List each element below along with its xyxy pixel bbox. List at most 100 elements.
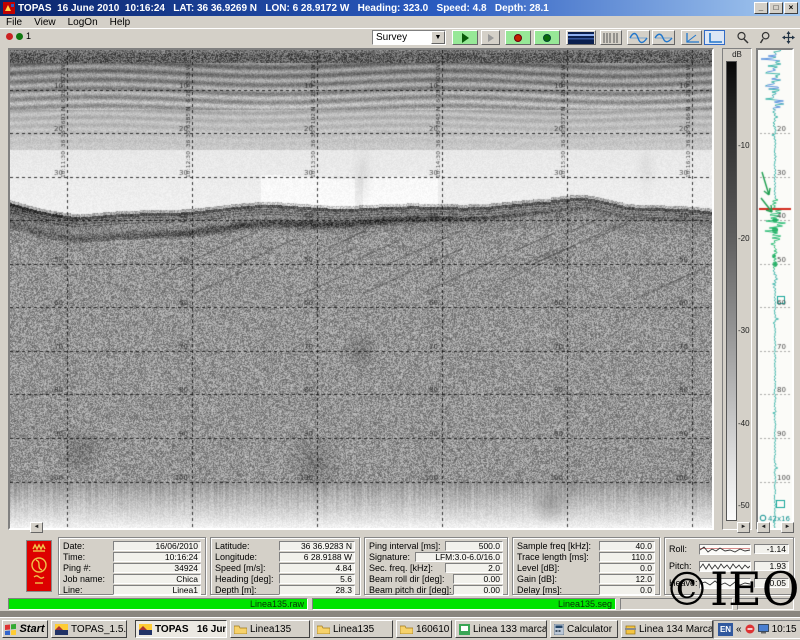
seg-file-field: Linea135.seg bbox=[312, 598, 616, 610]
title-info: 16 June 2010 10:16:24 LAT: 36 36.9269 N … bbox=[52, 3, 549, 14]
time-field: 10:16:24 bbox=[113, 552, 201, 562]
echogram-canvas[interactable] bbox=[10, 50, 712, 528]
longitude-field: 6 28.9188 W bbox=[279, 552, 355, 562]
spectrum-display-button[interactable] bbox=[652, 30, 675, 45]
latitude-field: 36 36.9283 N bbox=[279, 541, 355, 551]
task-calculator[interactable]: Calculator bbox=[550, 620, 618, 638]
depth-field: 28.3 bbox=[279, 585, 355, 595]
navigation-info-box: Latitude:36 36.9283 N Longitude:6 28.918… bbox=[210, 537, 360, 595]
pan-button[interactable] bbox=[778, 30, 798, 45]
task-label: Linea135 bbox=[333, 624, 374, 635]
signature-field: LFM:3.0-6.0/16.0 bbox=[415, 552, 503, 562]
axes-button[interactable] bbox=[681, 30, 702, 45]
tray-alert-icon[interactable] bbox=[745, 624, 755, 634]
tray-chevron[interactable]: « bbox=[736, 624, 742, 635]
field-label: Level [dB]: bbox=[517, 563, 599, 573]
play-button[interactable] bbox=[452, 30, 478, 45]
menu-logon[interactable]: LogOn bbox=[62, 17, 104, 28]
close-button[interactable]: × bbox=[784, 2, 798, 14]
record-raw-icon bbox=[514, 34, 522, 42]
pan-arrows-icon bbox=[782, 31, 795, 44]
task-archive-linea134[interactable]: Linea 134 Marca 69... bbox=[621, 620, 713, 638]
axes-alt-button[interactable] bbox=[704, 30, 725, 45]
trace-scroll-right-button[interactable]: ► bbox=[781, 522, 794, 533]
colorbar-gradient bbox=[726, 61, 737, 521]
task-folder-linea135[interactable]: Linea135 bbox=[230, 620, 310, 638]
topas-icon bbox=[139, 624, 152, 635]
colorbar-tick: -10 bbox=[738, 141, 750, 150]
minimize-button[interactable]: _ bbox=[754, 2, 768, 14]
ping-indicator-count: 1 bbox=[26, 31, 31, 41]
colorbar-tick: -50 bbox=[738, 501, 750, 510]
level-field: 0.0 bbox=[599, 563, 655, 573]
task-label: Linea135 bbox=[250, 624, 291, 635]
field-label: Beam roll dir [deg]: bbox=[369, 574, 453, 584]
clock[interactable]: 10:15 bbox=[772, 624, 797, 635]
echogram-panel bbox=[8, 48, 714, 530]
ieo-watermark: ©IEO bbox=[664, 566, 799, 612]
task-label: TOPAS 16 Jun... bbox=[155, 624, 227, 635]
field-label: Gain [dB]: bbox=[517, 574, 599, 584]
sec-freq-field: 2.0 bbox=[445, 563, 503, 573]
folder-icon bbox=[234, 624, 247, 634]
trace-canvas[interactable] bbox=[758, 50, 792, 528]
zoom-out-button[interactable] bbox=[755, 30, 776, 45]
record-raw-button[interactable] bbox=[505, 30, 531, 45]
task-folder-160610[interactable]: 160610 bbox=[396, 620, 452, 638]
field-label: Latitude: bbox=[215, 541, 279, 551]
raw-file-field: Linea135.raw bbox=[8, 598, 308, 610]
ping-status-indicator: 1 bbox=[6, 31, 31, 41]
language-indicator[interactable]: EN bbox=[718, 623, 733, 636]
menu-bar: File View LogOn Help bbox=[0, 16, 800, 28]
record-seg-button[interactable] bbox=[534, 30, 560, 45]
colorbar-scroll-button[interactable]: ► bbox=[737, 522, 750, 533]
sample-freq-field: 40.0 bbox=[599, 541, 655, 551]
single-trace-panel bbox=[756, 48, 794, 530]
screen: TOPAS 16 June 2010 10:16:24 LAT: 36 36.9… bbox=[0, 0, 800, 640]
field-label: Time: bbox=[63, 552, 113, 562]
trace-display-button[interactable] bbox=[627, 30, 650, 45]
field-label: Depth [m]: bbox=[215, 585, 279, 595]
task-label: Linea 134 Marca 69... bbox=[639, 624, 713, 635]
sine-wave2-icon bbox=[654, 32, 673, 44]
tray-display-icon[interactable] bbox=[758, 624, 769, 634]
zoom-out-icon bbox=[759, 31, 773, 44]
colorbar-panel: dB -10 -20 -30 -40 -50 bbox=[722, 48, 752, 530]
start-label: Start bbox=[19, 623, 44, 635]
field-label: Trace length [ms]: bbox=[517, 552, 599, 562]
start-button[interactable]: Start bbox=[2, 620, 48, 638]
echogram-view-button[interactable] bbox=[566, 30, 596, 45]
taskbar: Start TOPAS_1.5.2 MkII TOPAS 16 Jun... L… bbox=[0, 617, 800, 640]
colorbar-tick: -30 bbox=[738, 326, 750, 335]
maximize-button[interactable]: □ bbox=[769, 2, 783, 14]
field-label: Signature: bbox=[369, 552, 415, 562]
seismic-thumbnail-icon bbox=[568, 32, 594, 44]
speed-field: 4.84 bbox=[279, 563, 355, 573]
kongsberg-logo bbox=[26, 540, 52, 592]
wiggle-view-button[interactable] bbox=[600, 30, 622, 45]
mode-select[interactable]: Survey ▼ bbox=[372, 30, 446, 45]
field-label: Delay [ms]: bbox=[517, 585, 599, 595]
roll-waveform bbox=[699, 544, 751, 555]
beam-pitch-dir-field: 0.00 bbox=[453, 585, 503, 595]
task-topas-window[interactable]: TOPAS 16 Jun... bbox=[135, 620, 227, 638]
task-topas-app[interactable]: TOPAS_1.5.2 MkII bbox=[51, 620, 127, 638]
rx-status-icon bbox=[16, 33, 23, 40]
chevron-down-icon[interactable]: ▼ bbox=[431, 31, 445, 44]
echo-scroll-left-button[interactable]: ◄ bbox=[30, 522, 43, 533]
trace-scroll-left-button[interactable]: ◄ bbox=[757, 522, 770, 533]
field-label: Line: bbox=[63, 585, 113, 595]
menu-file[interactable]: File bbox=[0, 17, 28, 28]
colorbar-title: dB bbox=[723, 50, 751, 59]
task-image-linea133[interactable]: Linea 133 marca 67... bbox=[455, 620, 547, 638]
menu-help[interactable]: Help bbox=[104, 17, 137, 28]
task-label: Calculator bbox=[567, 624, 612, 635]
gain-field: 12.0 bbox=[599, 574, 655, 584]
line-field: Linea1 bbox=[113, 585, 201, 595]
step-button[interactable] bbox=[481, 30, 500, 45]
menu-view[interactable]: View bbox=[28, 17, 62, 28]
task-folder-linea135-2[interactable]: Linea135 bbox=[313, 620, 393, 638]
field-label: Longitude: bbox=[215, 552, 279, 562]
zoom-in-button[interactable] bbox=[732, 30, 753, 45]
image-file-icon bbox=[459, 624, 470, 635]
